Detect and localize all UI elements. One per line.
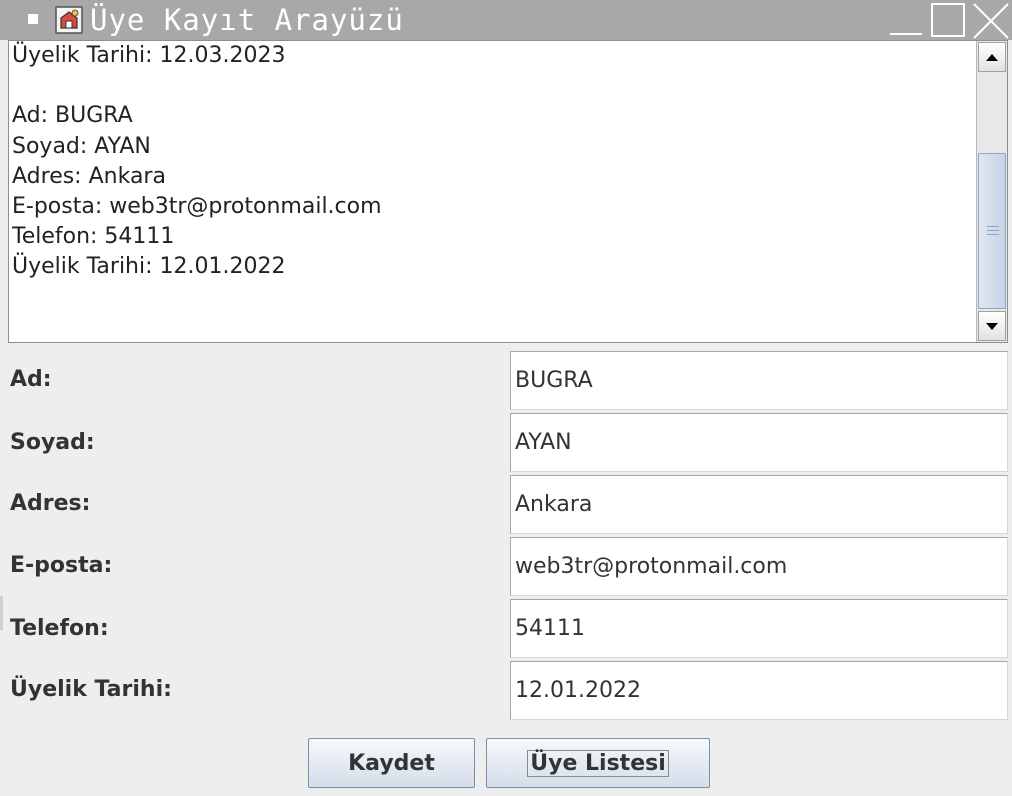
adres-label: Adres:: [10, 491, 91, 516]
ad-label: Ad:: [10, 367, 52, 392]
member-list-textarea[interactable]: Üyelik Tarihi: 12.03.2023 Ad: BUGRA Soya…: [8, 40, 1008, 343]
ad-field[interactable]: [510, 351, 1008, 410]
app-icon: [55, 6, 83, 34]
textarea-content[interactable]: Üyelik Tarihi: 12.03.2023 Ad: BUGRA Soya…: [12, 41, 972, 341]
left-edge-marker: [0, 596, 3, 630]
vertical-scrollbar[interactable]: [976, 41, 1007, 342]
save-button-label: Kaydet: [348, 750, 435, 776]
grip-line: [987, 230, 999, 231]
window-title: Üye Kayıt Arayüzü: [90, 3, 404, 37]
minimize-icon[interactable]: [886, 0, 926, 40]
soyad-label: Soyad:: [10, 430, 95, 455]
window-menu-icon[interactable]: [28, 14, 38, 24]
telefon-field[interactable]: [510, 599, 1008, 658]
main-window: Üye Kayıt Arayüzü Üyelik Tarihi: 12.03.2…: [0, 0, 1012, 796]
arrow-down-icon: [986, 323, 998, 330]
member-list-button-label: Üye Listesi: [527, 749, 669, 777]
scroll-up-button[interactable]: [978, 42, 1006, 72]
save-button[interactable]: Kaydet: [308, 738, 475, 788]
grip-line: [987, 234, 999, 235]
scroll-thumb[interactable]: [978, 153, 1006, 309]
eposta-label: E-posta:: [10, 553, 113, 578]
uyelik-tarihi-field[interactable]: [510, 661, 1008, 720]
tarih-label: Üyelik Tarihi:: [10, 677, 172, 702]
grip-line: [987, 226, 999, 227]
soyad-field[interactable]: [510, 413, 1008, 472]
adres-field[interactable]: [510, 475, 1008, 534]
eposta-field[interactable]: [510, 537, 1008, 596]
scroll-down-button[interactable]: [978, 311, 1006, 341]
telefon-label: Telefon:: [10, 616, 109, 641]
arrow-up-icon: [986, 54, 998, 61]
maximize-icon[interactable]: [928, 0, 968, 40]
title-bar[interactable]: Üye Kayıt Arayüzü: [0, 0, 1012, 40]
close-icon[interactable]: [970, 0, 1010, 40]
member-list-button[interactable]: Üye Listesi: [486, 738, 710, 788]
